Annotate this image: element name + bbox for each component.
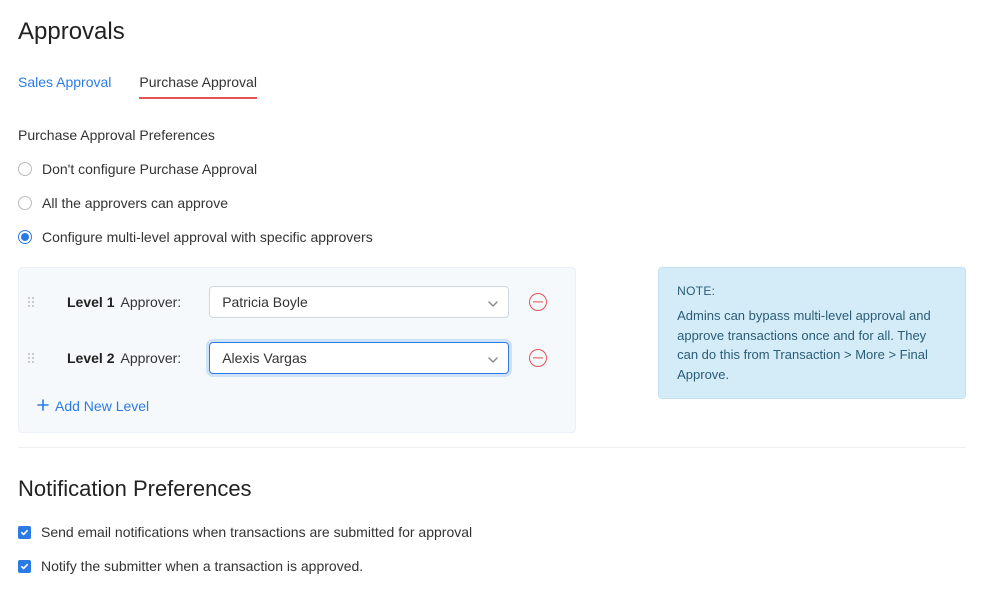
- tab-purchase-approval[interactable]: Purchase Approval: [139, 66, 257, 98]
- checkbox-icon: [18, 560, 31, 573]
- section-divider: [18, 447, 966, 448]
- approver-label: Approver:: [120, 294, 181, 310]
- radio-icon: [18, 162, 32, 176]
- chevron-down-icon: [488, 294, 498, 310]
- page-title: Approvals: [18, 18, 966, 46]
- plus-icon: [37, 398, 49, 414]
- radio-group-approval-mode: Don't configure Purchase Approval All th…: [18, 161, 966, 245]
- approver-label: Approver:: [120, 350, 181, 366]
- radio-multi-level[interactable]: Configure multi-level approval with spec…: [18, 229, 966, 245]
- approval-config-wrap: Level 1 Approver: Patricia Boyle Level 2…: [18, 267, 966, 433]
- level-panel: Level 1 Approver: Patricia Boyle Level 2…: [18, 267, 576, 433]
- level-row-2: Level 2 Approver: Alexis Vargas: [25, 342, 557, 374]
- notification-preferences-title: Notification Preferences: [18, 476, 966, 502]
- radio-icon: [18, 196, 32, 210]
- level-number-label: Level 2: [67, 350, 114, 366]
- note-body: Admins can bypass multi-level approval a…: [677, 306, 947, 384]
- radio-all-approvers[interactable]: All the approvers can approve: [18, 195, 966, 211]
- chevron-down-icon: [488, 350, 498, 366]
- approver-select-2[interactable]: Alexis Vargas: [209, 342, 509, 374]
- radio-label: Configure multi-level approval with spec…: [42, 229, 373, 245]
- radio-dont-configure[interactable]: Don't configure Purchase Approval: [18, 161, 966, 177]
- checkbox-notify-on-approve[interactable]: Notify the submitter when a transaction …: [18, 558, 966, 574]
- tabs: Sales Approval Purchase Approval: [18, 66, 966, 99]
- remove-level-button[interactable]: [529, 349, 547, 367]
- checkbox-label: Notify the submitter when a transaction …: [41, 558, 363, 574]
- drag-handle-icon[interactable]: [25, 353, 37, 363]
- select-value: Alexis Vargas: [222, 350, 307, 366]
- select-value: Patricia Boyle: [222, 294, 308, 310]
- remove-level-button[interactable]: [529, 293, 547, 311]
- checkbox-label: Send email notifications when transactio…: [41, 524, 472, 540]
- note-box: NOTE: Admins can bypass multi-level appr…: [658, 267, 966, 399]
- add-level-label: Add New Level: [55, 398, 149, 414]
- checkbox-icon: [18, 526, 31, 539]
- level-number-label: Level 1: [67, 294, 114, 310]
- radio-label: All the approvers can approve: [42, 195, 228, 211]
- radio-icon: [18, 230, 32, 244]
- drag-handle-icon[interactable]: [25, 297, 37, 307]
- radio-label: Don't configure Purchase Approval: [42, 161, 257, 177]
- checkbox-email-on-submit[interactable]: Send email notifications when transactio…: [18, 524, 966, 540]
- section-label: Purchase Approval Preferences: [18, 127, 966, 143]
- level-row-1: Level 1 Approver: Patricia Boyle: [25, 286, 557, 318]
- tab-sales-approval[interactable]: Sales Approval: [18, 66, 111, 98]
- note-title: NOTE:: [677, 282, 947, 300]
- approver-select-1[interactable]: Patricia Boyle: [209, 286, 509, 318]
- add-level-button[interactable]: Add New Level: [37, 398, 149, 414]
